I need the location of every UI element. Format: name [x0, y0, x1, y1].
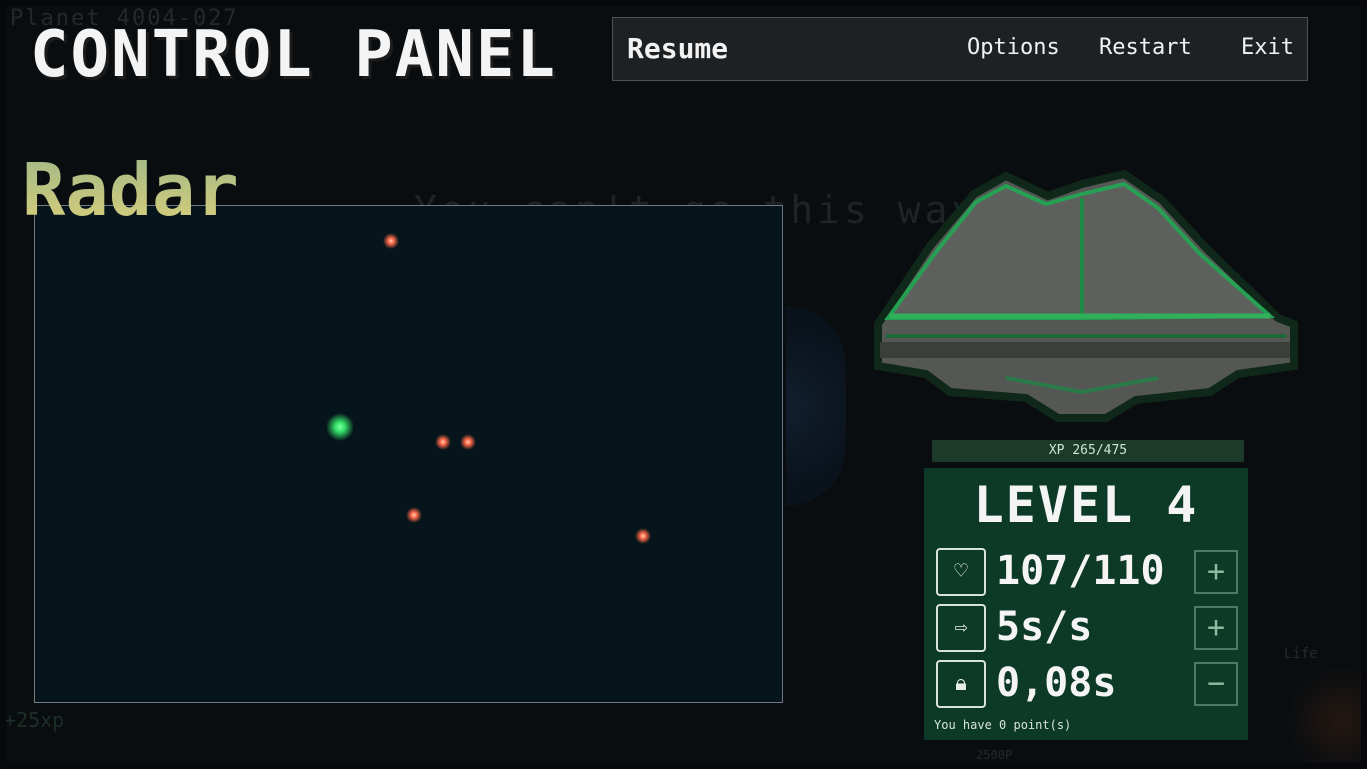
arrow-icon: ⇨	[936, 604, 986, 652]
resume-button[interactable]: Resume	[627, 32, 728, 65]
background-xp-gain: +25xp	[6, 708, 65, 732]
pause-menu-bar: Resume Options Restart Exit	[612, 17, 1308, 81]
points-label: You have 0 point(s)	[934, 718, 1072, 732]
cooldown-minus-button[interactable]: −	[1194, 662, 1238, 706]
background-life-label: Life	[1284, 646, 1318, 662]
xp-bar: XP 265/475	[932, 440, 1244, 462]
control-panel-title: CONTROL PANEL	[30, 18, 557, 92]
radar-screen	[34, 205, 783, 703]
radar-enemy-blip	[406, 507, 422, 523]
ship-preview	[874, 169, 1298, 422]
background-planet	[786, 306, 846, 506]
radar-enemy-blip	[635, 528, 651, 544]
radar-enemy-blip	[383, 233, 399, 249]
radar-enemy-blip	[460, 434, 476, 450]
health-value: 107/110	[996, 548, 1165, 594]
background-bottom-hint: 2500P	[976, 748, 1013, 762]
lock-icon: 🔒︎	[936, 660, 986, 708]
xp-label: XP 265/475	[1048, 443, 1128, 458]
heart-icon: ♡	[936, 548, 986, 596]
background-blob	[1286, 666, 1361, 763]
radar-title: Radar	[22, 148, 239, 232]
health-plus-button[interactable]: +	[1194, 550, 1238, 594]
level-label: LEVEL 4	[973, 476, 1199, 534]
exit-button[interactable]: Exit	[1241, 35, 1294, 60]
radar-map	[326, 233, 651, 544]
options-button[interactable]: Options	[967, 35, 1060, 60]
speed-plus-button[interactable]: +	[1194, 606, 1238, 650]
speed-value: 5s/s	[996, 604, 1093, 650]
restart-button[interactable]: Restart	[1099, 35, 1192, 60]
radar-enemy-blip	[435, 434, 451, 450]
level-panel: LEVEL 4 ♡ 107/110 + ⇨ 5s/s + 🔒︎ 0,08s − …	[924, 468, 1248, 740]
radar-player-blip	[326, 413, 354, 441]
cooldown-value: 0,08s	[996, 660, 1117, 706]
